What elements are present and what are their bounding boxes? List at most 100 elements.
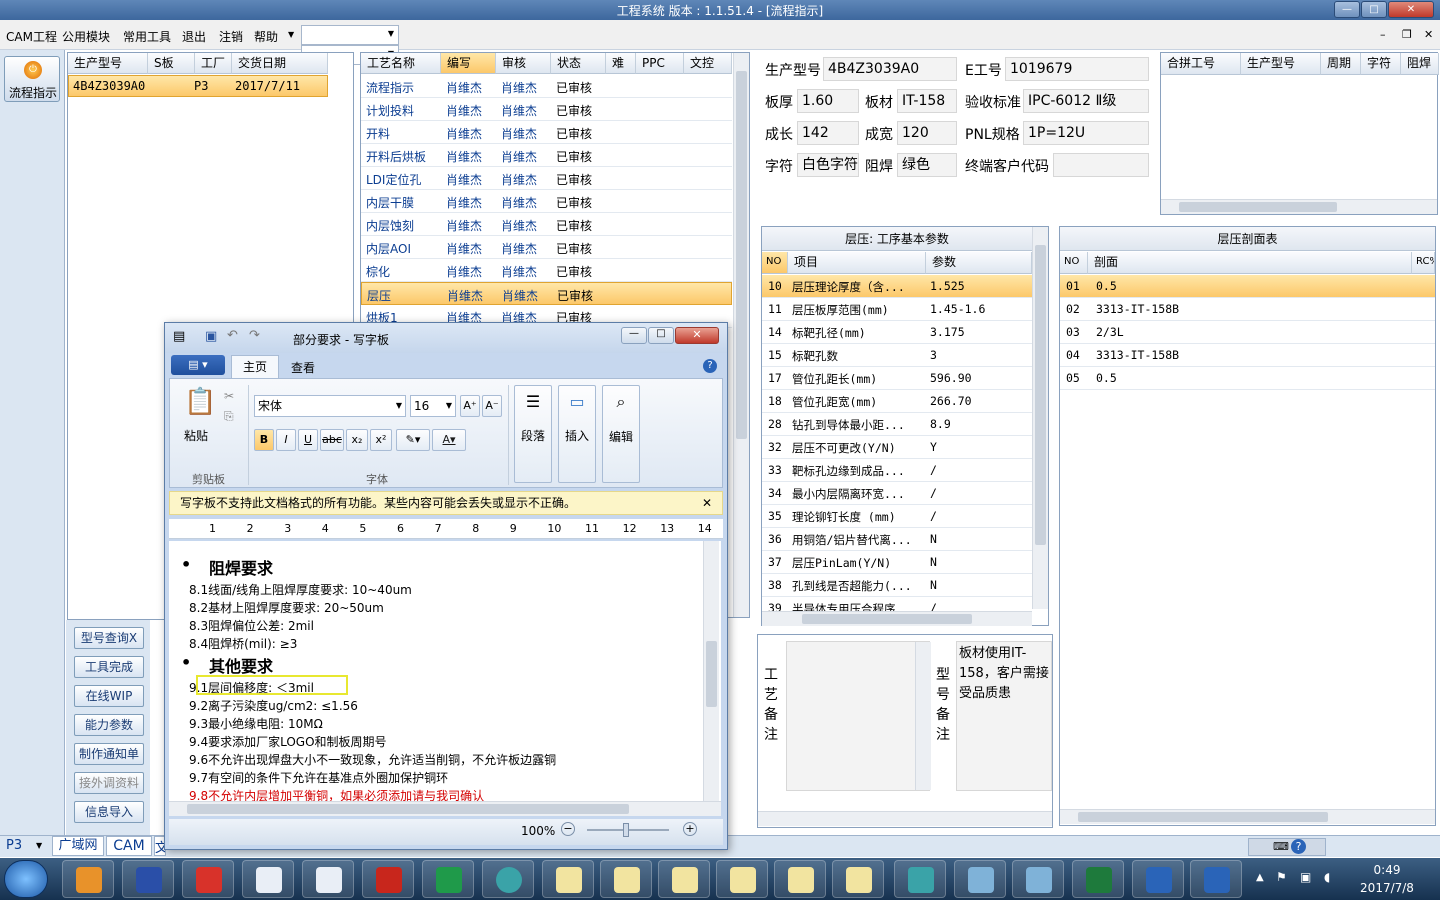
zoom-slider-thumb[interactable] [623,823,629,837]
scroll-thumb[interactable] [187,804,629,814]
tab-view[interactable]: 查看 [291,359,315,376]
menu-public[interactable]: 公用模块 [62,28,110,45]
paste-button[interactable]: 粘贴 [184,427,208,444]
scroll-thumb[interactable] [736,71,747,439]
table-row[interactable]: 35 理论铆钉长度 (mm) / [762,505,1032,528]
e-field[interactable]: 1019679 [1005,57,1149,81]
table-row[interactable]: 15 标靶孔数 3 [762,344,1032,367]
lam-header[interactable]: NO [762,252,788,274]
table-row[interactable]: 02 3313-IT-158B [1060,298,1435,321]
insert-button[interactable]: ▭ 插入 [558,385,596,483]
table-row[interactable]: 04 3313-IT-158B [1060,344,1435,367]
notice-button[interactable]: 制作通知单 [74,743,144,765]
help-icon[interactable]: ? [1291,839,1306,854]
start-button[interactable] [4,860,48,898]
table-row[interactable]: 37 层压PinLam(Y/N) N [762,551,1032,574]
table-row[interactable]: 38 孔到线是否超能力(... N [762,574,1032,597]
taskbar-app[interactable] [832,860,884,898]
font-color-button[interactable]: A▾ [432,429,466,451]
bold-button[interactable]: B [254,429,274,451]
accept-field[interactable]: IPC-6012 Ⅱ级 [1023,89,1149,113]
process-header[interactable]: 状态 [551,53,606,74]
scroll-thumb[interactable] [706,641,717,707]
section-header[interactable]: NO [1060,252,1088,274]
table-row[interactable]: 4B4Z3039A0 P3 2017/7/11 [68,75,328,97]
volume-icon[interactable]: ◖ [1324,870,1330,884]
paragraph-button[interactable]: ☰ 段落 [514,385,552,483]
combine-header[interactable]: 阻焊 [1401,53,1439,75]
italic-button[interactable]: I [276,429,296,451]
font-name-select[interactable]: 宋体 ▼ [254,395,406,417]
clock-time[interactable]: 0:49 [1362,863,1412,877]
model-field[interactable]: 4B4Z3039A0 [823,57,957,81]
craft-note-scrollbar[interactable] [915,642,931,790]
process-header[interactable]: PPC [636,53,684,74]
table-row[interactable]: 33 靶标孔边缘到成品... / [762,459,1032,482]
wordpad-app-icon[interactable]: ▤ [173,329,185,344]
width-field[interactable]: 120 [897,121,957,145]
table-row[interactable]: 36 用铜箔/铝片替代离... N [762,528,1032,551]
taskbar-app[interactable] [954,860,1006,898]
tab-p3[interactable]: P3 [6,838,22,853]
combine-header[interactable]: 周期 [1321,53,1361,75]
table-row[interactable]: 内层干膜 肖维杰 肖维杰 已审核 [361,190,732,213]
external-data-button[interactable]: 接外调资料 [74,772,144,794]
copy-icon[interactable]: ⎘ [224,409,234,424]
taskbar-app[interactable] [242,860,294,898]
wordpad-minimize[interactable]: — [621,327,647,344]
wordpad-file-menu[interactable]: ▤ ▾ [171,355,225,375]
capability-button[interactable]: 能力参数 [74,714,144,736]
taskbar-app[interactable] [774,860,826,898]
char-field[interactable]: 白色字符 [797,153,859,177]
subscript-button[interactable]: x₂ [346,429,368,451]
taskbar-app[interactable] [1072,860,1124,898]
process-header[interactable]: 文控 [684,53,732,74]
combine-header[interactable]: 生产型号 [1241,53,1321,75]
table-row[interactable]: 01 0.5 [1060,275,1435,298]
scroll-thumb[interactable] [1179,202,1337,212]
taskbar-app[interactable] [482,860,534,898]
lam-header[interactable]: 参数 [926,252,1032,274]
table-row[interactable]: 14 标靶孔径(mm) 3.175 [762,321,1032,344]
lam-header[interactable]: 项目 [788,252,926,274]
taskbar-app[interactable] [716,860,768,898]
strikethrough-button[interactable]: abc [320,429,344,451]
underline-button[interactable]: U [298,429,318,451]
craft-note-field[interactable] [786,641,931,791]
table-row[interactable]: 开料后烘板 肖维杰 肖维杰 已审核 [361,144,732,167]
redo-icon[interactable]: ↷ [249,328,260,343]
undo-icon[interactable]: ↶ [227,328,238,343]
menu-dropdown-box[interactable]: ▼ [301,25,399,45]
scroll-thumb[interactable] [802,614,972,624]
orders-header[interactable]: S板 [148,53,195,74]
wordpad-close[interactable]: ✕ [675,327,719,344]
highlight-button[interactable]: ✎▾ [396,429,430,451]
tool-complete-button[interactable]: 工具完成 [74,656,144,678]
table-row[interactable]: 10 层压理论厚度（含... 1.525 [762,275,1032,298]
taskbar-app[interactable] [362,860,414,898]
taskbar-app[interactable] [1012,860,1064,898]
wordpad-maximize[interactable]: □ [648,327,674,344]
taskbar-app[interactable] [62,860,114,898]
taskbar-app[interactable] [182,860,234,898]
menu-help[interactable]: 帮助 [254,28,278,45]
thick-field[interactable]: 1.60 [797,89,859,113]
scroll-thumb[interactable] [1035,245,1046,545]
scroll-thumb[interactable] [1078,812,1328,822]
doc-hscroll[interactable] [169,801,721,816]
shrink-font-button[interactable]: A⁻ [482,395,502,417]
tray-icon[interactable]: ⚑ [1276,870,1287,884]
menu-tools[interactable]: 常用工具 [123,28,171,45]
mdi-restore[interactable]: ❐ [1402,28,1412,41]
zoom-in-button[interactable]: + [683,822,697,836]
table-row[interactable]: 32 层压不可更改(Y/N) Y [762,436,1032,459]
taskbar-app[interactable] [122,860,174,898]
table-row[interactable]: 34 最小内层隔离环宽... / [762,482,1032,505]
help-icon[interactable]: ? [703,359,717,373]
doc-scrollbar[interactable] [703,541,719,801]
network-icon[interactable]: ▣ [1300,870,1311,884]
section-hscroll[interactable] [1060,809,1435,824]
zoom-out-button[interactable]: − [561,822,575,836]
taskbar-app[interactable] [302,860,354,898]
mask-field[interactable]: 绿色 [897,153,957,177]
